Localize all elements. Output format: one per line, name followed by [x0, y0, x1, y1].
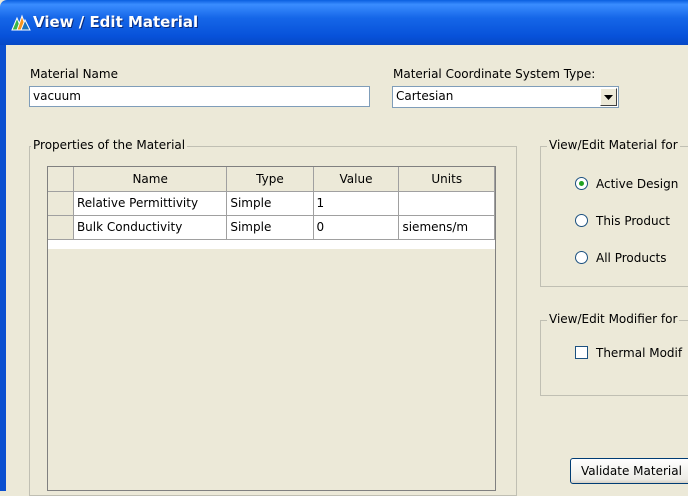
column-header-type[interactable]: Type [226, 167, 314, 192]
radio-active-design[interactable] [575, 177, 588, 190]
table-row[interactable]: Bulk Conductivity Simple 0 siemens/m [48, 215, 495, 240]
radio-selected-dot [579, 181, 584, 186]
property-value-cell[interactable]: 1 [313, 191, 400, 216]
chevron-down-icon [604, 94, 613, 100]
property-units-cell[interactable] [398, 191, 495, 216]
row-header[interactable] [48, 191, 74, 216]
column-header-name[interactable]: Name [73, 167, 228, 192]
column-header-value[interactable]: Value [313, 167, 400, 192]
property-type-cell[interactable]: Simple [226, 191, 314, 216]
radio-all-products[interactable] [575, 251, 588, 264]
coordinate-system-select[interactable]: Cartesian [392, 86, 619, 108]
radio-all-products-label[interactable]: All Products [596, 251, 667, 265]
property-value-cell[interactable]: 0 [313, 215, 400, 240]
material-name-input[interactable]: vacuum [29, 86, 370, 107]
column-header-units[interactable]: Units [398, 167, 495, 192]
window-title: View / Edit Material [33, 13, 199, 31]
property-units-cell[interactable]: siemens/m [398, 215, 495, 240]
validate-material-label: Validate Material [581, 464, 682, 478]
coordinate-system-value: Cartesian [396, 89, 454, 103]
thermal-modifier-label[interactable]: Thermal Modif [596, 346, 682, 360]
table-header-row: Name Type Value Units [48, 167, 495, 192]
property-name-cell[interactable]: Relative Permittivity [73, 191, 228, 216]
view-edit-material-group-label: View/Edit Material for [547, 138, 680, 152]
grid-empty-area [48, 249, 495, 490]
properties-table: Name Type Value Units Relative Permittiv… [48, 167, 495, 240]
material-app-icon [11, 14, 31, 31]
properties-grid[interactable]: Name Type Value Units Relative Permittiv… [47, 166, 496, 491]
thermal-modifier-checkbox[interactable] [575, 346, 588, 359]
radio-this-product-label[interactable]: This Product [596, 214, 670, 228]
corner-cell [48, 167, 74, 192]
property-type-cell[interactable]: Simple [226, 215, 314, 240]
properties-group-label: Properties of the Material [31, 138, 188, 152]
row-header[interactable] [48, 215, 74, 240]
title-bar[interactable]: View / Edit Material [0, 0, 688, 45]
coordinate-system-label: Material Coordinate System Type: [393, 67, 596, 81]
dropdown-button[interactable] [600, 88, 617, 106]
radio-this-product[interactable] [575, 214, 588, 227]
property-name-cell[interactable]: Bulk Conductivity [73, 215, 228, 240]
radio-active-design-label[interactable]: Active Design [596, 177, 678, 191]
validate-material-button[interactable]: Validate Material [570, 458, 688, 484]
table-row[interactable]: Relative Permittivity Simple 1 [48, 191, 495, 216]
view-edit-modifier-group-label: View/Edit Modifier for [547, 312, 680, 326]
material-name-label: Material Name [30, 67, 118, 81]
